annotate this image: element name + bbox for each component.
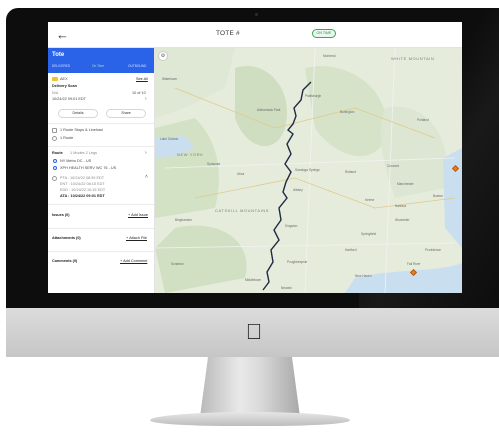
status-outbound: OUTBOUND [128,64,147,68]
map-label-montreal: Montreal [323,54,336,58]
see-all-link[interactable]: See All [136,77,148,81]
status-on-time: On Time [92,64,105,68]
map-label-binghamton: Binghamton [175,218,193,222]
divider [48,123,154,124]
chevron-right-icon[interactable]: › [145,150,147,156]
comments-label: Comments (0) [52,259,78,263]
apple-logo-icon:  [245,321,263,343]
details-button[interactable]: Details [58,109,98,118]
stop-destination: XPH HEALTH SERV WC 76 - US [60,166,117,170]
map-label-poughkeepsie: Poughkeepsie [287,260,308,264]
map-label-nashua: Nashua [395,204,406,208]
map-label-utica: Utica [237,172,245,176]
tote-detail-panel: Tote DELIVERED On Time OUTBOUND AEX See … [48,48,155,293]
map-label-catskill: CATSKILL MOUNTAINS [215,208,270,213]
map-label-saratoga: Saratoga Springs [295,168,320,172]
map-label-white-mountain: WHITE MOUNTAIN [391,56,435,61]
destination-stop-icon [53,166,57,170]
panel-title: Tote [52,52,65,58]
map-label-boston: Boston [433,194,443,198]
time-ent: ENT : 10/24/22 08:15 EDT [60,182,105,186]
map-label-kingston: Kingston [285,224,298,228]
route-stops-icon [52,128,57,133]
map-layers-button[interactable]: ⚙ [158,51,168,61]
monitor-stand [200,357,300,417]
chevron-right-icon[interactable]: › [145,96,147,102]
divider [48,251,154,252]
route-map[interactable]: ⚙ Montreal WHITE MOUNTAIN Watertown Adir… [155,48,462,293]
scan-location: N/A [52,91,59,95]
add-comment-link[interactable]: + Add Comment [120,259,147,263]
map-label-keene: Keene [365,198,375,202]
route-summary-1: 1 Route Stops & Linehaul [60,128,104,132]
map-label-watertown: Watertown [162,77,178,81]
panel-header: Tote DELIVERED On Time OUTBOUND [48,48,154,73]
map-label-lake-ontario: Lake Ontario [160,137,179,141]
time-edd: EDD : 10/24/22 10:15 EDT [60,188,106,192]
map-label-plattsburgh: Plattsburgh [305,94,322,98]
add-issue-link[interactable]: + Add Issue [128,213,148,217]
scan-title: Delivery Scan [52,84,77,88]
tote-title: TOTE # [216,30,240,37]
back-arrow-icon[interactable]: ← [56,28,70,42]
route-heading: Route [52,151,63,155]
camera-dot [255,13,258,16]
map-label-rutland: Rutland [345,170,356,174]
route-icon [52,136,57,141]
divider [48,228,154,229]
map-label-providence: Providence [425,248,441,252]
divider [48,146,154,147]
route-summary-2: 1 Route [60,136,74,140]
map-label-adirondack: Adirondack Park [257,108,281,112]
map-label-newark: Newark [281,286,292,290]
top-bar: ← TOTE # ON TIME [48,22,462,48]
scan-count: 10 of 10 [132,91,146,95]
map-label-new-haven: New Haven [355,274,372,278]
attachments-label: Attachments (0) [52,236,81,240]
map-label-burlington: Burlington [340,110,355,114]
chevron-up-icon[interactable]: ˄ [145,174,148,180]
route-meta: 1 Modes 2 Legs [70,151,98,155]
map-label-scranton: Scranton [171,262,184,266]
divider [48,204,154,205]
time-ata: ATA : 10/24/22 09:01 EDT [60,194,105,198]
map-label-syracuse: Syracuse [207,162,221,166]
status-delivered: DELIVERED [52,64,71,68]
share-button[interactable]: Share [106,109,146,118]
clock-icon [52,176,57,181]
imac-photo: ← TOTE # ON TIME Tote DELIVERED On Time … [0,0,499,434]
map-label-fall-river: Fall River [407,262,421,266]
origin-stop-icon [53,159,57,163]
flag-icon [52,77,58,81]
app-screen: ← TOTE # ON TIME Tote DELIVERED On Time … [48,22,462,293]
map-label-middletown: Middletown [245,278,262,282]
map-label-hartford: Hartford [345,248,357,252]
status-pill: ON TIME [312,29,336,38]
map-label-manchester: Manchester [397,182,414,186]
map-label-new-york: NEW YORK [177,152,204,157]
map-label-albany: Albany [293,188,303,192]
stop-origin: NY Metro DC - US [60,159,92,163]
attach-file-link[interactable]: + Attach File [126,236,147,240]
stand-base [150,412,350,426]
issues-label: Issues (0) [52,213,70,217]
time-pta: PTA : 10/24/22 08:39 EDT [60,176,105,180]
scan-time: 10/24/22 09:01 EDT [52,97,86,101]
map-label-portland: Portland [417,118,429,122]
map-label-concord: Concord [387,164,400,168]
flag-label: AEX [60,77,68,81]
map-label-worcester: Worcester [395,218,410,222]
map-label-springfield: Springfield [361,232,377,236]
